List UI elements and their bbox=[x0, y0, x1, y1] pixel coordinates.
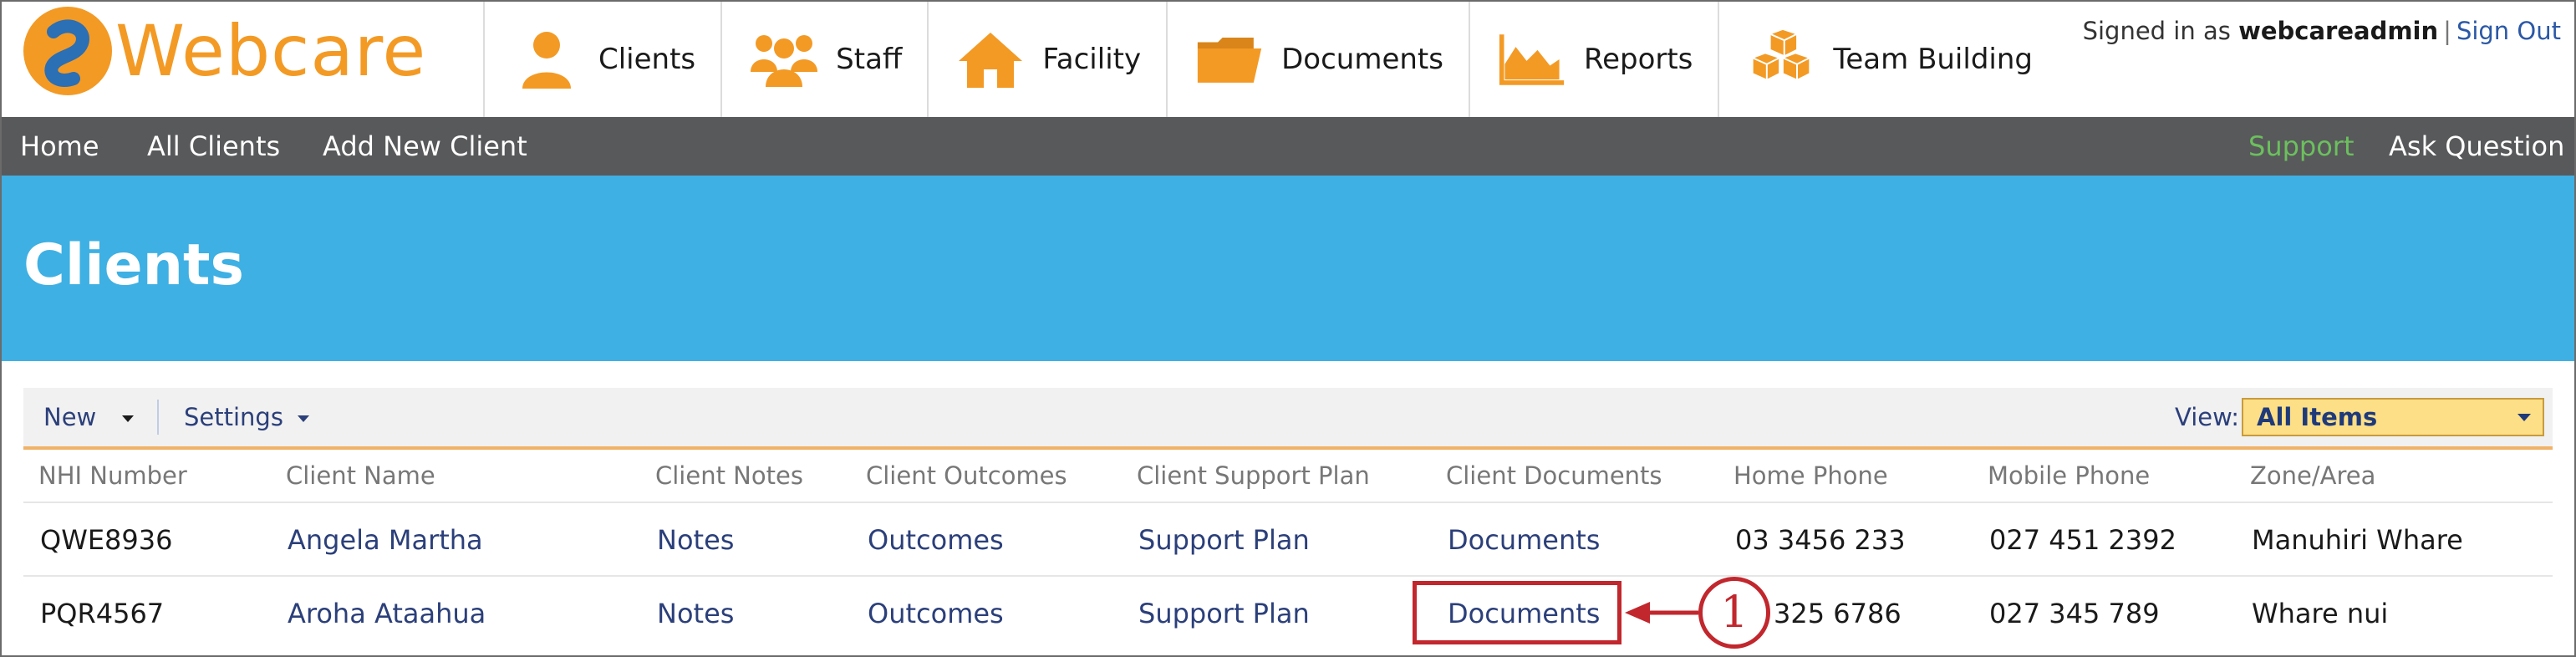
logo[interactable]: Webcare bbox=[23, 7, 426, 95]
person-icon bbox=[513, 26, 580, 93]
documents-link[interactable]: Documents bbox=[1448, 503, 1600, 577]
cell-zone-area: Manuhiri Whare bbox=[2252, 524, 2463, 556]
toolbar-divider bbox=[157, 400, 159, 435]
blocks-icon bbox=[1748, 26, 1815, 93]
notes-link[interactable]: Notes bbox=[657, 577, 734, 650]
column-header-home-phone[interactable]: Home Phone bbox=[1733, 450, 1888, 502]
view-label: View: bbox=[2175, 403, 2240, 431]
nav-team-building[interactable]: Team Building bbox=[1718, 2, 2061, 117]
column-header-client-support-plan[interactable]: Client Support Plan bbox=[1137, 450, 1370, 502]
cell-zone-area: Whare nui bbox=[2252, 598, 2389, 629]
top-header: Webcare Clients Staff Facility Documents… bbox=[2, 2, 2574, 117]
support-plan-link[interactable]: Support Plan bbox=[1138, 577, 1310, 650]
column-header-client-name[interactable]: Client Name bbox=[286, 450, 435, 502]
group-icon bbox=[751, 26, 818, 93]
cell-nhi-number: PQR4567 bbox=[40, 598, 165, 629]
list-toolbar: New Settings View: All Items bbox=[23, 388, 2553, 450]
column-header-nhi-number[interactable]: NHI Number bbox=[38, 450, 187, 502]
cell-home-phone: 325 6786 bbox=[1774, 598, 1901, 629]
nav-staff[interactable]: Staff bbox=[720, 2, 927, 117]
client-name-link[interactable]: Angela Martha bbox=[288, 503, 483, 577]
current-user: webcareadmin bbox=[2238, 17, 2439, 45]
settings-menu-button[interactable]: Settings bbox=[184, 388, 310, 446]
table-row: QWE8936 Angela Martha Notes Outcomes Sup… bbox=[23, 502, 2553, 577]
client-name-link[interactable]: Aroha Ataahua bbox=[288, 577, 486, 650]
caret-down-icon bbox=[122, 415, 134, 422]
new-dropdown-button[interactable] bbox=[122, 388, 134, 446]
view-selected-value: All Items bbox=[2257, 403, 2378, 431]
logo-text: Webcare bbox=[115, 10, 427, 92]
outcomes-link[interactable]: Outcomes bbox=[868, 577, 1004, 650]
column-header-client-documents[interactable]: Client Documents bbox=[1446, 450, 1662, 502]
folder-icon bbox=[1196, 26, 1263, 93]
menu-ask-question-link[interactable]: Ask Question bbox=[2389, 117, 2564, 176]
column-header-mobile-phone[interactable]: Mobile Phone bbox=[1988, 450, 2150, 502]
sub-menu-bar: Home All Clients Add New Client Support … bbox=[2, 117, 2574, 176]
column-header-client-notes[interactable]: Client Notes bbox=[655, 450, 803, 502]
caret-down-icon bbox=[298, 415, 310, 422]
outcomes-link[interactable]: Outcomes bbox=[868, 503, 1004, 577]
menu-all-clients-link[interactable]: All Clients bbox=[147, 117, 280, 176]
column-header-zone-area[interactable]: Zone/Area bbox=[2250, 450, 2375, 502]
highlight-box bbox=[1413, 581, 1621, 644]
menu-home-link[interactable]: Home bbox=[20, 117, 99, 176]
cell-mobile-phone: 027 451 2392 bbox=[1989, 524, 2176, 556]
notes-link[interactable]: Notes bbox=[657, 503, 734, 577]
chart-icon bbox=[1499, 26, 1565, 93]
main-nav: Clients Staff Facility Documents Reports… bbox=[483, 2, 2061, 117]
logo-mark-icon bbox=[23, 7, 112, 95]
menu-support-link[interactable]: Support bbox=[2248, 117, 2355, 176]
table-row: PQR4567 Aroha Ataahua Notes Outcomes Sup… bbox=[23, 575, 2553, 650]
signed-in-status: Signed in as webcareadmin | Sign Out bbox=[2082, 17, 2561, 45]
house-icon bbox=[957, 26, 1024, 93]
cell-mobile-phone: 027 345 789 bbox=[1989, 598, 2160, 629]
nav-facility[interactable]: Facility bbox=[927, 2, 1166, 117]
sign-out-link[interactable]: Sign Out bbox=[2456, 17, 2561, 45]
cell-nhi-number: QWE8936 bbox=[40, 524, 173, 556]
nav-reports[interactable]: Reports bbox=[1468, 2, 1718, 117]
page-title: Clients bbox=[23, 232, 245, 298]
view-select[interactable]: All Items bbox=[2242, 398, 2544, 436]
callout-number-badge: 1 bbox=[1698, 577, 1770, 649]
support-plan-link[interactable]: Support Plan bbox=[1138, 503, 1310, 577]
page-banner: Clients bbox=[2, 176, 2574, 361]
nav-clients[interactable]: Clients bbox=[483, 2, 720, 117]
menu-add-new-client-link[interactable]: Add New Client bbox=[323, 117, 527, 176]
cell-home-phone: 03 3456 233 bbox=[1735, 524, 1906, 556]
table-header: NHI Number Client Name Client Notes Clie… bbox=[23, 450, 2553, 502]
app-frame: Webcare Clients Staff Facility Documents… bbox=[0, 0, 2576, 657]
nav-documents[interactable]: Documents bbox=[1166, 2, 1469, 117]
column-header-client-outcomes[interactable]: Client Outcomes bbox=[866, 450, 1067, 502]
new-button[interactable]: New bbox=[43, 388, 96, 446]
dropdown-arrow-icon bbox=[2517, 414, 2531, 421]
